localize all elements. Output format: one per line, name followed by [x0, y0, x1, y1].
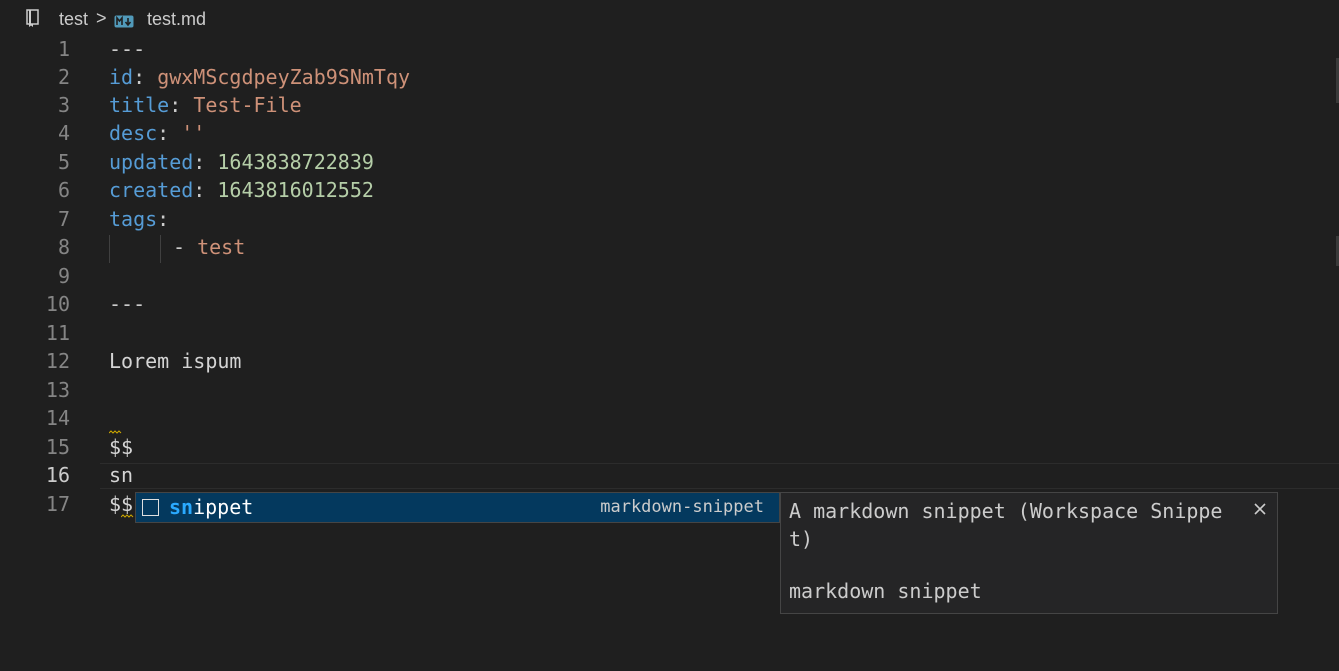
suggest-item-snippet[interactable]: snippet markdown-snippet	[135, 492, 780, 523]
code-line[interactable]: updated: 1643838722839	[109, 148, 374, 176]
warning-squiggle	[121, 514, 134, 518]
breadcrumb-file[interactable]: test.md	[147, 9, 206, 30]
code-line[interactable]: - test	[173, 233, 245, 261]
yaml-key: id	[109, 65, 134, 89]
warning-squiggle	[109, 430, 122, 434]
line-number: 1	[57, 37, 70, 61]
yaml-colon: :	[157, 207, 170, 231]
code-line[interactable]: ---	[109, 35, 145, 63]
line-number: 14	[45, 406, 70, 430]
code-line-active[interactable]: sn	[109, 461, 133, 489]
line-number: 13	[45, 378, 70, 402]
suggest-description: A markdown snippet (Workspace Snippet)	[789, 499, 1223, 551]
notebook-icon[interactable]	[26, 9, 39, 27]
code-line[interactable]: id: gwxMScgdpeyZab9SNmTqy	[109, 63, 410, 91]
yaml-colon: :	[169, 93, 182, 117]
suggest-details-panel: A markdown snippet (Workspace Snippet) m…	[780, 492, 1278, 614]
code-line[interactable]: title: Test-File	[109, 91, 302, 119]
code-line[interactable]: created: 1643816012552	[109, 176, 374, 204]
line-number: 15	[45, 435, 70, 459]
line-number: 17	[45, 492, 70, 516]
yaml-colon: :	[157, 121, 170, 145]
yaml-key: created	[109, 178, 194, 202]
suggest-label: snippet	[169, 494, 253, 521]
yaml-value: ''	[181, 121, 206, 145]
current-line-highlight	[100, 463, 1339, 489]
yaml-value: 1643816012552	[217, 178, 374, 202]
snippet-icon	[142, 499, 159, 516]
markdown-icon	[114, 12, 134, 33]
code-line[interactable]: ---	[109, 290, 145, 318]
line-number: 9	[57, 264, 70, 288]
breadcrumb-folder[interactable]: test	[59, 9, 88, 30]
line-number: 12	[45, 349, 70, 373]
indent-guide	[160, 235, 161, 263]
suggest-detail: markdown-snippet	[600, 497, 764, 517]
close-icon[interactable]	[1253, 501, 1267, 515]
line-number: 7	[57, 207, 70, 231]
suggest-documentation: markdown snippet	[789, 579, 982, 603]
yaml-list-value: test	[197, 235, 246, 259]
line-number: 11	[45, 321, 70, 345]
line-number: 8	[57, 235, 70, 259]
line-number: 5	[57, 150, 70, 174]
yaml-colon: :	[193, 178, 206, 202]
code-line[interactable]: Lorem ispum	[109, 347, 241, 375]
code-line[interactable]: $$	[109, 433, 133, 461]
yaml-key: updated	[109, 150, 194, 174]
indent-guide	[109, 235, 110, 263]
breadcrumb: test > test.md	[0, 0, 1339, 38]
yaml-value: 1643838722839	[217, 150, 374, 174]
suggest-match-highlight: sn	[169, 495, 194, 519]
yaml-colon: :	[193, 150, 206, 174]
yaml-value: Test-File	[193, 93, 302, 117]
yaml-key: title	[109, 93, 170, 117]
yaml-value: gwxMScgdpeyZab9SNmTqy	[157, 65, 411, 89]
yaml-list-dash: -	[173, 235, 186, 259]
line-number: 3	[57, 93, 70, 117]
line-number: 10	[45, 292, 70, 316]
line-number: 4	[57, 121, 70, 145]
code-line[interactable]: desc: ''	[109, 119, 205, 147]
suggest-label-rest: ippet	[193, 495, 254, 519]
yaml-key: tags	[109, 207, 158, 231]
line-number: 6	[57, 178, 70, 202]
line-number: 2	[57, 65, 70, 89]
line-number-active: 16	[45, 463, 70, 487]
chevron-right-icon: >	[96, 8, 107, 28]
yaml-colon: :	[133, 65, 146, 89]
yaml-key: desc	[109, 121, 158, 145]
code-line[interactable]: tags:	[109, 205, 169, 233]
